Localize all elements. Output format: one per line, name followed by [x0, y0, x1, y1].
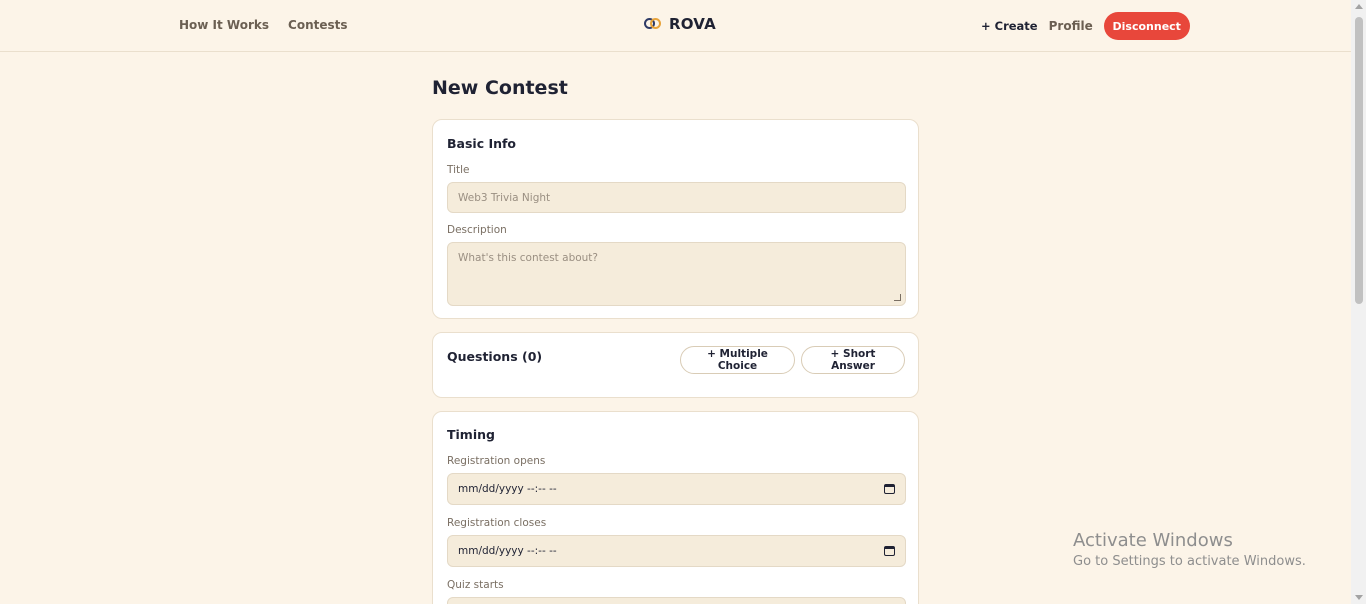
title-input[interactable] — [447, 182, 906, 213]
nav-left-links: How It Works Contests — [179, 18, 348, 32]
registration-opens-input[interactable]: mm/dd/yyyy --:-- -- — [447, 473, 906, 505]
profile-link[interactable]: Profile — [1049, 19, 1093, 33]
scroll-up-arrow-icon[interactable] — [1355, 4, 1363, 9]
quiz-starts-label: Quiz starts — [447, 579, 504, 591]
timing-card: Timing Registration opens mm/dd/yyyy --:… — [432, 411, 919, 604]
page-title: New Contest — [432, 77, 568, 99]
nav-link-how-it-works[interactable]: How It Works — [179, 18, 269, 32]
description-label: Description — [447, 224, 507, 236]
title-label: Title — [447, 164, 470, 176]
timing-heading: Timing — [447, 427, 495, 442]
registration-closes-input[interactable]: mm/dd/yyyy --:-- -- — [447, 535, 906, 567]
create-link[interactable]: + Create — [981, 19, 1038, 33]
watermark-title: Activate Windows — [1073, 530, 1233, 551]
disconnect-button[interactable]: Disconnect — [1103, 12, 1190, 40]
scrollbar-thumb[interactable] — [1355, 17, 1363, 304]
page-scrollbar[interactable] — [1351, 0, 1366, 604]
registration-closes-label: Registration closes — [447, 517, 547, 529]
brand-logo-link[interactable]: ROVA — [644, 15, 716, 33]
basic-info-card: Basic Info Title Description — [432, 119, 919, 319]
rova-logo-icon — [644, 17, 662, 31]
nav-link-contests[interactable]: Contests — [288, 18, 348, 32]
calendar-icon[interactable] — [884, 484, 895, 494]
basic-info-heading: Basic Info — [447, 136, 517, 151]
questions-heading: Questions (0) — [447, 349, 543, 364]
questions-card: Questions (0) + Multiple Choice + Short … — [432, 332, 919, 398]
brand-name: ROVA — [669, 15, 716, 33]
quiz-starts-input[interactable] — [447, 597, 906, 604]
add-short-answer-button[interactable]: + Short Answer — [801, 346, 905, 374]
description-textarea[interactable] — [447, 242, 906, 306]
registration-closes-value: mm/dd/yyyy --:-- -- — [458, 545, 557, 557]
top-nav-bar: How It Works Contests ROVA + Create Prof… — [0, 0, 1351, 52]
windows-activation-watermark: Activate Windows Go to Settings to activ… — [1073, 530, 1306, 569]
registration-opens-value: mm/dd/yyyy --:-- -- — [458, 483, 557, 495]
calendar-icon[interactable] — [884, 546, 895, 556]
add-multiple-choice-button[interactable]: + Multiple Choice — [680, 346, 795, 374]
watermark-subtitle: Go to Settings to activate Windows. — [1073, 554, 1306, 569]
nav-right-actions: + Create Profile Disconnect — [981, 12, 1190, 40]
scroll-down-arrow-icon[interactable] — [1355, 595, 1363, 600]
textarea-resize-handle[interactable] — [894, 294, 901, 301]
registration-opens-label: Registration opens — [447, 455, 546, 467]
